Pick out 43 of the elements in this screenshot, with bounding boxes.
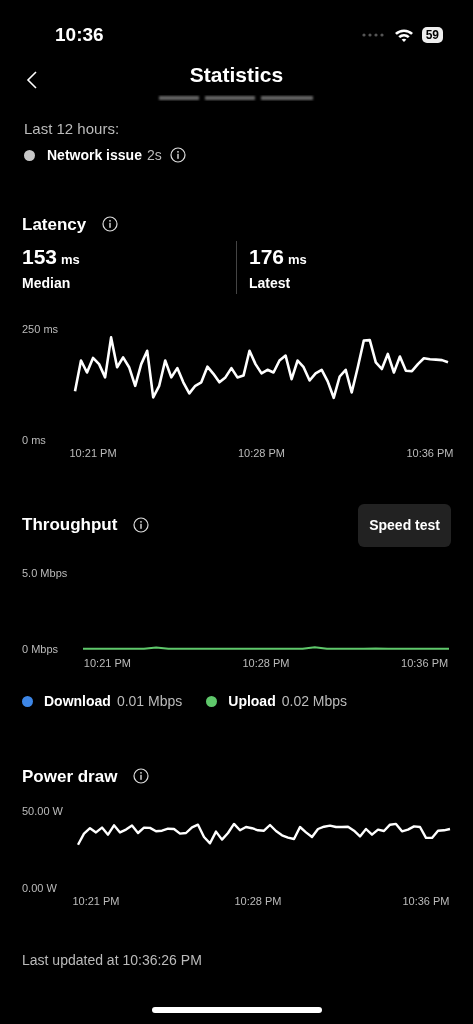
section-title: Power draw xyxy=(22,765,118,788)
stat-label: Median xyxy=(22,273,72,293)
stat-unit: ms xyxy=(288,251,307,269)
wifi-icon xyxy=(393,27,414,43)
stat-unit: ms xyxy=(61,251,80,269)
info-icon[interactable] xyxy=(102,216,119,233)
last-updated-text: Last updated at 10:36:26 PM xyxy=(22,951,203,970)
axis-label: 10:28 PM xyxy=(234,895,282,907)
axis-label: 10:28 PM xyxy=(242,656,290,669)
status-time: 10:36 xyxy=(55,22,104,47)
speed-test-button[interactable]: Speed test xyxy=(358,503,451,547)
axis-label: 10:21 PM xyxy=(72,895,120,907)
event-duration: 2s xyxy=(146,145,162,165)
axis-label: 10:21 PM xyxy=(83,656,131,669)
info-icon[interactable] xyxy=(133,517,150,533)
section-title: Throughput xyxy=(22,514,118,537)
signal-icon xyxy=(361,33,386,37)
page-title: Statistics xyxy=(189,62,284,88)
axis-label: 10:36 PM xyxy=(401,656,449,669)
axis-label: 10:28 PM xyxy=(237,446,286,459)
battery-level: 59 xyxy=(421,27,443,43)
legend-label: Upload xyxy=(228,691,276,711)
info-icon[interactable] xyxy=(169,147,186,163)
section-title: Latency xyxy=(22,213,87,236)
axis-label: 0 Mbps xyxy=(22,642,59,655)
info-icon[interactable] xyxy=(133,768,150,785)
axis-label: 10:36 PM xyxy=(402,895,450,907)
stat-label: Latest xyxy=(249,273,292,293)
axis-label: 0.00 W xyxy=(22,882,57,894)
period-label: Last 12 hours: xyxy=(24,119,121,139)
stat-value: 153 xyxy=(22,244,58,270)
legend-value: 0.01 Mbps xyxy=(116,691,183,711)
axis-label: 50.00 W xyxy=(22,805,63,817)
axis-label: 10:21 PM xyxy=(69,446,117,459)
axis-label: 250 ms xyxy=(22,322,59,335)
legend-value: 0.02 Mbps xyxy=(281,691,348,711)
legend-label: Download xyxy=(44,691,111,711)
event-label: Network issue xyxy=(47,145,142,165)
axis-label: 10:36 PM xyxy=(406,446,453,459)
stat-value: 176 xyxy=(249,244,285,270)
axis-label: 0 ms xyxy=(22,433,46,446)
axis-label: 5.0 Mbps xyxy=(22,566,68,579)
back-icon[interactable] xyxy=(26,71,38,89)
